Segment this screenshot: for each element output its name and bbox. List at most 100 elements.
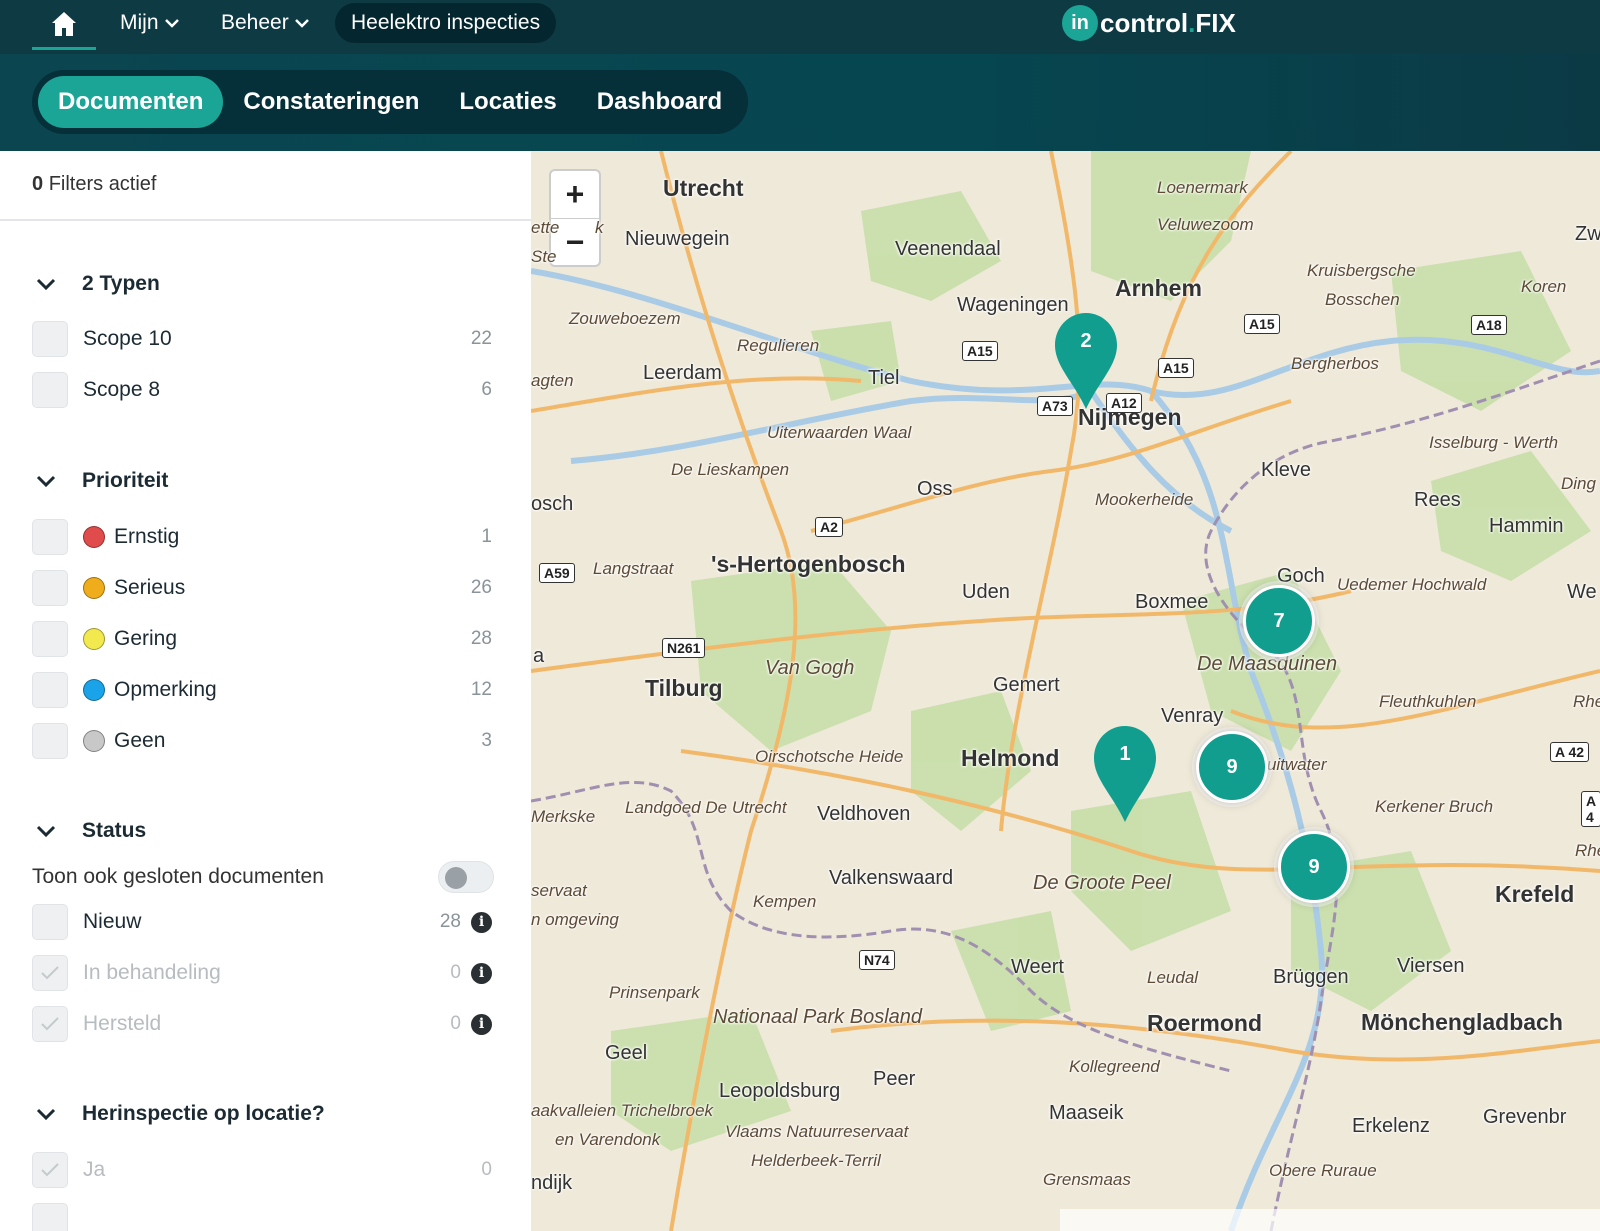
map-label: Zouweboezem (569, 309, 681, 328)
filter-status-new[interactable]: Nieuw 28 i (32, 904, 492, 940)
filter-priority-minor[interactable]: Gering 28 (32, 621, 492, 657)
map-view[interactable]: + − Utrecht Nieuwegein Veenendaal Arnhem… (531, 151, 1600, 1231)
checkbox[interactable] (32, 519, 68, 555)
checkbox[interactable] (32, 672, 68, 708)
marker-count: 1 (1119, 743, 1131, 765)
checkbox[interactable] (32, 321, 68, 357)
chevron-down-icon (36, 825, 66, 837)
map-label: Utrecht (663, 175, 744, 201)
map-label: De Lieskampen (671, 460, 790, 479)
section-navigation: Documenten Constateringen Locaties Dashb… (0, 54, 1600, 151)
map-label: Tilburg (645, 675, 723, 701)
info-icon[interactable]: i (471, 1013, 492, 1035)
map-label: osch (531, 493, 574, 515)
map-label: Loenermark (1157, 178, 1248, 197)
tab-documents[interactable]: Documenten (38, 76, 224, 128)
tab-findings[interactable]: Constateringen (223, 76, 439, 128)
map-label: Uden (962, 581, 1010, 603)
check-icon (41, 966, 59, 980)
filter-label: Gering (114, 627, 178, 650)
map-label: Weert (1011, 956, 1064, 978)
map-label: Regulieren (737, 336, 820, 355)
checkbox-checked-disabled[interactable] (32, 1152, 68, 1188)
map-label: Veluwezoom (1157, 215, 1254, 234)
map-label: ette (531, 218, 560, 237)
active-filters-label: Filters actief (48, 173, 157, 195)
cluster-count: 9 (1278, 831, 1350, 903)
menu-manage[interactable]: Beheer (221, 0, 309, 46)
location-cluster[interactable]: 7 (1239, 581, 1319, 661)
logo-badge: in (1062, 5, 1098, 41)
chevron-down-icon (36, 278, 66, 290)
map-label: Ste (531, 247, 557, 266)
client-selector[interactable]: Heelektro inspecties (335, 3, 557, 43)
map-label: 's-Hertogenbosch (711, 551, 906, 577)
checkbox[interactable] (32, 723, 68, 759)
map-label: Van Gogh (765, 657, 855, 679)
filter-count: 12 (470, 679, 492, 700)
zoom-in-button[interactable]: + (551, 171, 599, 218)
map-label: Merkske (531, 807, 596, 826)
map-label: Obere Ruraue (1269, 1161, 1377, 1180)
filter-priority-severe[interactable]: Ernstig 1 (32, 519, 492, 555)
map-label: Boxmee (1135, 591, 1209, 613)
map-label: Oss (917, 478, 953, 500)
tab-locations[interactable]: Locaties (439, 76, 576, 128)
map-label: k (595, 218, 604, 237)
marker-count: 2 (1080, 330, 1092, 352)
toggle-knob (445, 867, 467, 889)
filter-type-scope10[interactable]: Scope 10 22 (32, 321, 492, 357)
filter-label: Geen (114, 729, 166, 752)
filter-priority-remark[interactable]: Opmerking 12 (32, 672, 492, 708)
filter-reinspection-next[interactable] (32, 1203, 492, 1231)
chevron-down-icon (36, 475, 66, 487)
checkbox[interactable] (32, 372, 68, 408)
location-cluster[interactable]: 9 (1274, 827, 1354, 907)
section-priority-title: Prioriteit (82, 469, 169, 492)
map-label: Leudal (1147, 968, 1199, 987)
filter-count: 28 (470, 628, 492, 649)
filter-status-in-progress[interactable]: In behandeling 0 i (32, 955, 492, 991)
checkbox-checked-disabled[interactable] (32, 955, 68, 991)
check-icon (41, 1163, 59, 1177)
filter-count: 0 (450, 962, 461, 983)
checkbox[interactable] (32, 904, 68, 940)
filter-reinspection-yes[interactable]: Ja 0 (32, 1152, 492, 1188)
menu-mine[interactable]: Mijn (120, 0, 179, 46)
section-types-header[interactable]: 2 Typen (36, 269, 160, 299)
filter-priority-none[interactable]: Geen 3 (32, 723, 492, 759)
map-label: ndijk (531, 1172, 573, 1194)
checkbox[interactable] (32, 1203, 68, 1231)
filter-sidebar: 0 Filters actief 2 Typen Scope 10 22 Sco… (0, 151, 531, 1231)
priority-dot-red (83, 526, 105, 548)
tab-bar: Documenten Constateringen Locaties Dashb… (32, 70, 749, 134)
section-priority-header[interactable]: Prioriteit (36, 466, 168, 496)
info-icon[interactable]: i (471, 911, 492, 933)
filter-type-scope8[interactable]: Scope 8 6 (32, 372, 492, 408)
section-reinspection-header[interactable]: Herinspectie op locatie? (36, 1099, 325, 1129)
filter-priority-serious[interactable]: Serieus 26 (32, 570, 492, 606)
info-icon[interactable]: i (471, 962, 492, 984)
home-button[interactable] (32, 0, 96, 50)
checkbox[interactable] (32, 621, 68, 657)
map-label: Grevenbr (1483, 1106, 1567, 1128)
checkbox-checked-disabled[interactable] (32, 1006, 68, 1042)
map-label: Valkenswaard (829, 867, 954, 889)
show-closed-label: Toon ook gesloten documenten (32, 865, 324, 888)
filter-label: Serieus (114, 576, 186, 599)
filter-count: 0 (450, 1013, 461, 1034)
location-cluster[interactable]: 9 (1192, 727, 1272, 807)
checkbox[interactable] (32, 570, 68, 606)
map-label: Kruisbergsche (1307, 261, 1416, 280)
map-label: Ding (1561, 474, 1596, 493)
show-closed-toggle[interactable] (438, 861, 494, 893)
map-label: Krefeld (1495, 881, 1575, 907)
location-marker[interactable]: 2 (1053, 311, 1119, 411)
filter-status-resolved[interactable]: Hersteld 0 i (32, 1006, 492, 1042)
active-filters-summary: 0 Filters actief (32, 173, 157, 196)
section-status-header[interactable]: Status (36, 816, 146, 846)
location-marker[interactable]: 1 (1092, 724, 1158, 824)
tab-dashboard[interactable]: Dashboard (577, 76, 742, 128)
road-shield: A 4 (1581, 791, 1600, 827)
map-label: Mookerheide (1095, 490, 1194, 509)
